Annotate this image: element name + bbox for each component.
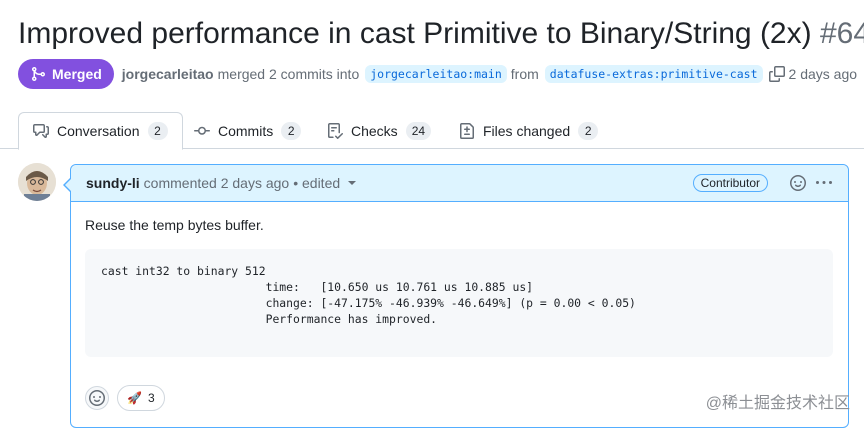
tab-counter: 2: [147, 122, 168, 140]
tab-counter: 2: [281, 121, 302, 140]
pr-title: Improved performance in cast Primitive t…: [18, 14, 864, 54]
tab-checks[interactable]: Checks 24: [327, 112, 432, 149]
merge-action-text: merged 2 commits into: [217, 66, 360, 82]
head-branch[interactable]: datafuse-extras:primitive-cast: [544, 65, 763, 83]
comment-header: sundy-li commented 2 days ago • edited C…: [71, 165, 848, 202]
rocket-emoji: 🚀: [127, 391, 142, 405]
kebab-horizontal-icon[interactable]: [816, 175, 832, 191]
comment-text: Reuse the temp bytes buffer.: [85, 217, 264, 233]
pr-tabs: Conversation 2 Commits 2 Checks 24 Files…: [0, 112, 864, 150]
edited-label: • edited: [293, 175, 341, 191]
tab-counter: 2: [578, 121, 599, 140]
from-text: from: [510, 66, 539, 82]
tab-label: Commits: [218, 122, 274, 139]
avatar[interactable]: [18, 163, 56, 201]
comment-author[interactable]: sundy-li: [86, 175, 140, 191]
smiley-icon: [89, 390, 105, 406]
state-label: Merged: [52, 66, 102, 82]
edited-dropdown[interactable]: • edited: [293, 175, 357, 191]
merged-state-badge: Merged: [18, 59, 114, 89]
code-block: cast int32 to binary 512 time: [10.650 u…: [85, 249, 833, 357]
checklist-icon: [327, 122, 343, 139]
tab-label: Files changed: [483, 122, 571, 139]
merge-time: 2 days ago: [788, 66, 858, 82]
tab-label: Checks: [351, 122, 398, 139]
tab-counter: 24: [405, 121, 432, 140]
pr-number: #646: [819, 17, 864, 50]
add-reaction-button[interactable]: [85, 386, 109, 410]
pr-author-link[interactable]: jorgecarleitao: [122, 66, 214, 82]
rocket-reaction-button[interactable]: 🚀 3: [117, 385, 165, 411]
watermark: @稀土掘金技术社区: [705, 395, 850, 412]
git-commit-icon: [194, 123, 210, 139]
tab-conversation[interactable]: Conversation 2: [18, 112, 183, 150]
tab-files-changed[interactable]: Files changed 2: [459, 112, 599, 149]
comment-body: Reuse the temp bytes buffer. cast int32 …: [71, 202, 848, 357]
pr-title-text: Improved performance in cast Primitive t…: [18, 17, 812, 50]
reaction-count: 3: [147, 391, 155, 405]
tab-commits[interactable]: Commits 2: [194, 112, 302, 149]
comment-action[interactable]: commented 2 days ago: [144, 175, 290, 191]
base-branch[interactable]: jorgecarleitao:main: [365, 65, 507, 83]
git-merge-icon: [30, 66, 46, 82]
file-diff-icon: [459, 122, 475, 139]
comment-discussion-icon: [33, 123, 49, 139]
chevron-down-icon: [348, 181, 357, 185]
tab-label: Conversation: [57, 123, 140, 139]
pr-meta: Merged jorgecarleitao merged 2 commits i…: [18, 59, 857, 89]
smiley-icon[interactable]: [790, 175, 806, 191]
contributor-badge: Contributor: [692, 174, 768, 192]
copy-icon[interactable]: [768, 66, 785, 82]
reactions-bar: 🚀 3: [85, 385, 165, 411]
